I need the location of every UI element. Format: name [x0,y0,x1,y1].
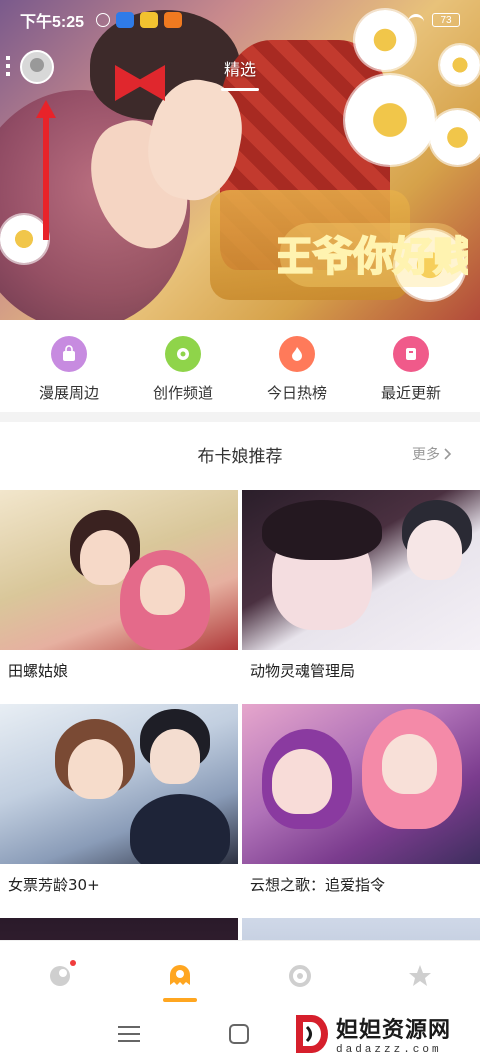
comic-card[interactable]: 动物灵魂管理局 [242,490,480,681]
comic-cover [0,704,238,864]
category-label: 今日热榜 [266,384,327,402]
category-nav: 漫展周边 创作频道 今日热榜 最近更新 [0,320,480,412]
tab-featured[interactable]: 精选 [215,56,265,80]
comic-title: 动物灵魂管理局 [250,662,356,680]
comic-card[interactable]: 女票芳龄30+ [0,704,238,895]
category-hot[interactable]: 今日热榜 [247,320,347,412]
hero-banner[interactable]: 王爷你好贱 [0,0,480,320]
banner-title-logo: 王爷你好贱 [278,223,468,287]
signal-icon [384,14,400,26]
update-icon [393,336,429,372]
category-merch[interactable]: 漫展周边 [19,320,119,412]
app-notify-icon-3 [164,12,183,28]
section-title: 布卡娘推荐 [197,447,283,467]
avatar[interactable] [20,50,54,84]
fire-icon [279,336,315,372]
category-create[interactable]: 创作频道 [133,320,233,412]
comic-card[interactable]: 田螺姑娘 [0,490,238,681]
alarm-icon [96,13,111,27]
tab-refresh[interactable] [270,948,330,1004]
comic-title: 云想之歌：追爱指令 [250,876,386,894]
comic-title: 女票芳龄30+ [8,876,100,894]
menu-icon[interactable] [6,56,10,76]
svg-text:王爷你好贱: 王爷你好贱 [278,233,468,280]
tab-favorites[interactable] [390,948,450,1004]
home-mascot-icon [170,964,190,985]
category-updates[interactable]: 最近更新 [361,320,461,412]
notification-dot [70,959,76,966]
category-label: 创作频道 [152,384,213,402]
bag-icon [51,336,87,372]
tab-discover[interactable] [30,948,90,1004]
status-bar: 下午5:25 73 [0,0,480,40]
recommend-section-header: 布卡娘推荐 更多 [0,430,480,478]
app-notify-icon-2 [140,12,159,28]
comic-card[interactable] [0,918,238,940]
create-icon [165,336,201,372]
watermark: 妲妲资源网 dadazzz.com [292,1010,480,1058]
comic-title: 田螺姑娘 [8,662,69,680]
category-label: 漫展周边 [38,384,99,402]
comic-cover [0,918,238,940]
watermark-logo-icon [296,1015,328,1053]
star-icon [409,964,431,986]
active-tab-indicator [163,997,197,1002]
bottom-tabbar [0,940,480,1010]
comic-cover [0,490,238,650]
annotation-arrow-icon [36,100,56,240]
watermark-url: dadazzz.com [336,1044,442,1056]
home-button-icon[interactable] [229,1024,249,1044]
battery-icon: 73 [432,13,460,27]
app-notify-icon [116,12,135,28]
tab-home[interactable] [150,948,210,1004]
more-link[interactable]: 更多 [412,444,452,464]
comic-cover [242,704,480,864]
comic-card[interactable]: 云想之歌：追爱指令 [242,704,480,895]
watermark-title: 妲妲资源网 [336,1018,452,1043]
tab-indicator [221,88,259,91]
section-divider [0,412,480,422]
comic-cover [242,490,480,650]
status-time: 下午5:25 [20,14,85,31]
discover-icon [50,965,70,986]
recent-apps-icon[interactable] [118,1026,140,1042]
chevron-right-icon [444,448,452,460]
comic-cover [242,918,480,940]
category-label: 最近更新 [380,384,441,402]
refresh-icon [289,964,311,987]
wifi-icon [408,14,424,26]
comic-card[interactable] [242,918,480,940]
